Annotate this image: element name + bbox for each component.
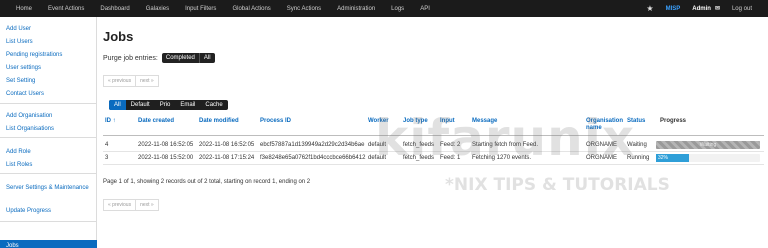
- nav-galaxies[interactable]: Galaxies: [138, 6, 177, 12]
- nav-input-filters[interactable]: Input Filters: [177, 6, 224, 12]
- sidebar-item-add-user[interactable]: Add User: [6, 25, 31, 33]
- col-date-created[interactable]: Date created: [138, 118, 174, 125]
- previous-page-button[interactable]: « previous: [103, 75, 137, 87]
- cell-id: 3: [105, 155, 109, 161]
- sidebar-item-add-role[interactable]: Add Role: [6, 148, 31, 156]
- filter-prio[interactable]: Prio: [155, 100, 176, 110]
- filter-default[interactable]: Default: [126, 100, 155, 110]
- sidebar-item-server-settings[interactable]: Server Settings & Maintenance: [6, 184, 90, 192]
- nav-logs[interactable]: Logs: [383, 6, 412, 12]
- cell-organisation: ORGNAME: [586, 142, 618, 148]
- purge-controls: Purge job entries: Completed All: [103, 53, 215, 63]
- cell-input: Feed: 2: [440, 142, 461, 148]
- pagination-bottom: « previous next »: [103, 199, 159, 211]
- sidebar-divider: [0, 173, 97, 174]
- col-organisation-name[interactable]: Organisation name: [586, 118, 623, 132]
- purge-button-group: Completed All: [161, 53, 215, 63]
- cell-organisation: ORGNAME: [586, 155, 618, 161]
- nav-sync-actions[interactable]: Sync Actions: [279, 6, 329, 12]
- cell-job-type: fetch_feeds: [403, 155, 435, 161]
- sidebar-item-contact-users[interactable]: Contact Users: [6, 90, 44, 98]
- cell-process-id: f3e8248e65a0762f1bd4cccbce66b6412: [260, 155, 366, 161]
- next-page-button[interactable]: next »: [136, 75, 159, 87]
- pagination-top: « previous next »: [103, 75, 159, 87]
- cell-input: Feed: 1: [440, 155, 461, 161]
- cell-status: Waiting: [627, 142, 647, 148]
- col-status[interactable]: Status: [627, 118, 645, 125]
- main-content: Jobs Purge job entries: Completed All « …: [97, 17, 768, 248]
- sidebar-divider: [0, 221, 97, 222]
- progress-bar-waiting: Waiting: [656, 141, 760, 149]
- col-message[interactable]: Message: [472, 118, 497, 125]
- cell-date-modified: 2022-11-08 17:15:24: [199, 155, 255, 161]
- user-name: Admin: [692, 5, 711, 12]
- table-header: ID ↑ Date created Date modified Process …: [97, 115, 768, 131]
- col-worker[interactable]: Worker: [368, 118, 389, 125]
- user-menu[interactable]: Admin ✉: [692, 5, 720, 13]
- sidebar-item-update-progress[interactable]: Update Progress: [6, 207, 51, 215]
- table-row: 3 2022-11-08 15:52:00 2022-11-08 17:15:2…: [97, 153, 768, 164]
- col-progress: Progress: [660, 118, 687, 124]
- col-process-id[interactable]: Process ID: [260, 118, 291, 125]
- sidebar-divider: [0, 103, 97, 104]
- sidebar-item-list-users[interactable]: List Users: [6, 38, 33, 46]
- sidebar-item-set-setting[interactable]: Set Setting: [6, 77, 35, 85]
- cell-status: Running: [627, 155, 650, 161]
- nav-administration[interactable]: Administration: [329, 6, 383, 12]
- org-link[interactable]: MISP: [666, 6, 681, 12]
- nav-event-actions[interactable]: Event Actions: [40, 6, 92, 12]
- cell-worker: default: [368, 142, 387, 148]
- logout-link[interactable]: Log out: [732, 6, 752, 12]
- filter-all[interactable]: All: [109, 100, 126, 110]
- pagination-summary: Page 1 of 1, showing 2 records out of 2 …: [103, 179, 311, 185]
- cell-job-type: fetch_feeds: [403, 142, 435, 148]
- col-id[interactable]: ID ↑: [105, 118, 116, 125]
- cell-date-created: 2022-11-08 15:52:00: [138, 155, 194, 161]
- star-icon[interactable]: ★: [646, 4, 653, 13]
- nav-api[interactable]: API: [412, 6, 438, 12]
- sidebar-item-user-settings[interactable]: User settings: [6, 64, 41, 72]
- cell-process-id: ebcf57887a1d139949a2d29c2d34b6ae: [260, 142, 365, 148]
- page-title: Jobs: [103, 29, 134, 44]
- purge-all-button[interactable]: All: [198, 53, 215, 63]
- cell-message: Starting fetch from Feed.: [472, 142, 539, 148]
- sidebar-item-add-organisation[interactable]: Add Organisation: [6, 112, 52, 120]
- cell-worker: default: [368, 155, 387, 161]
- sidebar-item-pending-registrations[interactable]: Pending registrations: [6, 51, 62, 59]
- col-job-type[interactable]: Job type: [403, 118, 428, 125]
- col-date-modified[interactable]: Date modified: [199, 118, 239, 125]
- sidebar-item-list-roles[interactable]: List Roles: [6, 161, 32, 169]
- previous-page-button[interactable]: « previous: [103, 199, 137, 211]
- cell-message: Fetching 1270 events.: [472, 155, 532, 161]
- sidebar-divider: [0, 137, 97, 138]
- row-divider: [103, 151, 764, 152]
- cell-date-created: 2022-11-08 16:52:05: [138, 142, 194, 148]
- purge-completed-button[interactable]: Completed: [161, 53, 199, 63]
- col-input[interactable]: Input: [440, 118, 455, 125]
- progress-bar-running: 32%: [656, 154, 760, 162]
- nav-global-actions[interactable]: Global Actions: [224, 6, 278, 12]
- queue-filter-tabs: All Default Prio Email Cache: [109, 100, 228, 110]
- filter-email[interactable]: Email: [175, 100, 200, 110]
- sidebar-item-jobs[interactable]: Jobs: [0, 240, 97, 248]
- cell-id: 4: [105, 142, 109, 148]
- table-header-border: [103, 135, 764, 136]
- row-divider: [103, 164, 764, 165]
- envelope-icon[interactable]: ✉: [715, 5, 720, 12]
- next-page-button[interactable]: next »: [136, 199, 159, 211]
- top-navbar: Home Event Actions Dashboard Galaxies In…: [0, 0, 768, 17]
- table-row: 4 2022-11-08 16:52:05 2022-11-08 16:52:0…: [97, 140, 768, 151]
- nav-home[interactable]: Home: [0, 6, 40, 12]
- purge-label: Purge job entries:: [103, 54, 158, 62]
- progress-bar-fill: 32%: [656, 154, 690, 162]
- filter-cache[interactable]: Cache: [200, 100, 227, 110]
- sidebar: Add User List Users Pending registration…: [0, 17, 97, 248]
- nav-dashboard[interactable]: Dashboard: [92, 6, 137, 12]
- sidebar-item-list-organisations[interactable]: List Organisations: [6, 125, 54, 133]
- watermark-tagline: *NIX TIPS & TUTORIALS: [445, 175, 670, 195]
- cell-date-modified: 2022-11-08 16:52:05: [199, 142, 255, 148]
